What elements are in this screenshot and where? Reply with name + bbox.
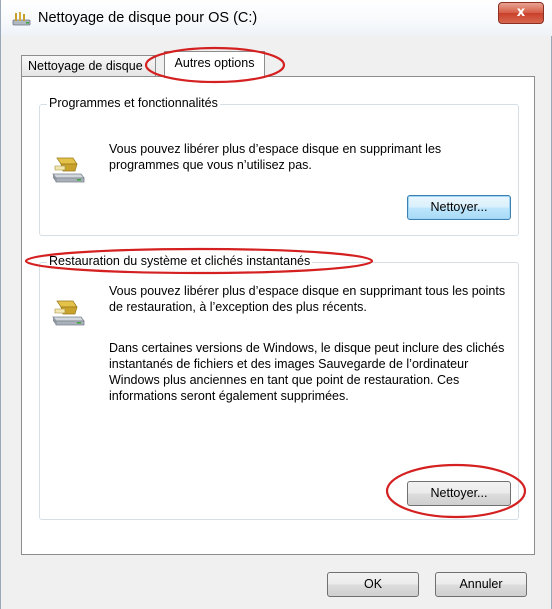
programs-cleanup-button[interactable]: Nettoyer...	[407, 195, 511, 220]
tab-autres-options[interactable]: Autres options	[164, 51, 265, 78]
group-title: Restauration du système et clichés insta…	[47, 254, 313, 268]
restore-description: Vous pouvez libérer plus d’espace disque…	[109, 284, 506, 314]
tab-label: Autres options	[174, 56, 255, 70]
close-button[interactable]: x	[498, 2, 544, 24]
window-title: Nettoyage de disque pour OS (C:)	[38, 10, 258, 26]
disk-cleanup-icon	[52, 300, 85, 326]
system-restore-group: Restauration du système et clichés insta…	[39, 254, 519, 520]
tab-nettoyage-de-disque[interactable]: Nettoyage de disque	[21, 55, 156, 77]
disk-cleanup-window: Nettoyage de disque pour OS (C:) x Netto…	[0, 0, 552, 609]
programs-and-features-group: Programmes et fonctionnalités Vous pouve…	[39, 96, 519, 236]
restore-details: Dans certaines versions de Windows, le d…	[109, 341, 505, 403]
tab-label: Nettoyage de disque	[28, 59, 143, 73]
title-bar[interactable]: Nettoyage de disque pour OS (C:) x	[1, 0, 552, 36]
disk-cleanup-icon	[52, 157, 85, 183]
ok-button[interactable]: OK	[327, 572, 419, 597]
programs-description: Vous pouvez libérer plus d’espace disque…	[109, 142, 442, 172]
close-icon: x	[516, 5, 526, 20]
group-title: Programmes et fonctionnalités	[47, 96, 220, 110]
cancel-button[interactable]: Annuler	[435, 572, 527, 597]
disk-cleanup-app-icon	[12, 12, 31, 26]
tab-panel-autres-options: Programmes et fonctionnalités Vous pouve…	[21, 76, 535, 555]
restore-cleanup-button[interactable]: Nettoyer...	[407, 481, 511, 506]
